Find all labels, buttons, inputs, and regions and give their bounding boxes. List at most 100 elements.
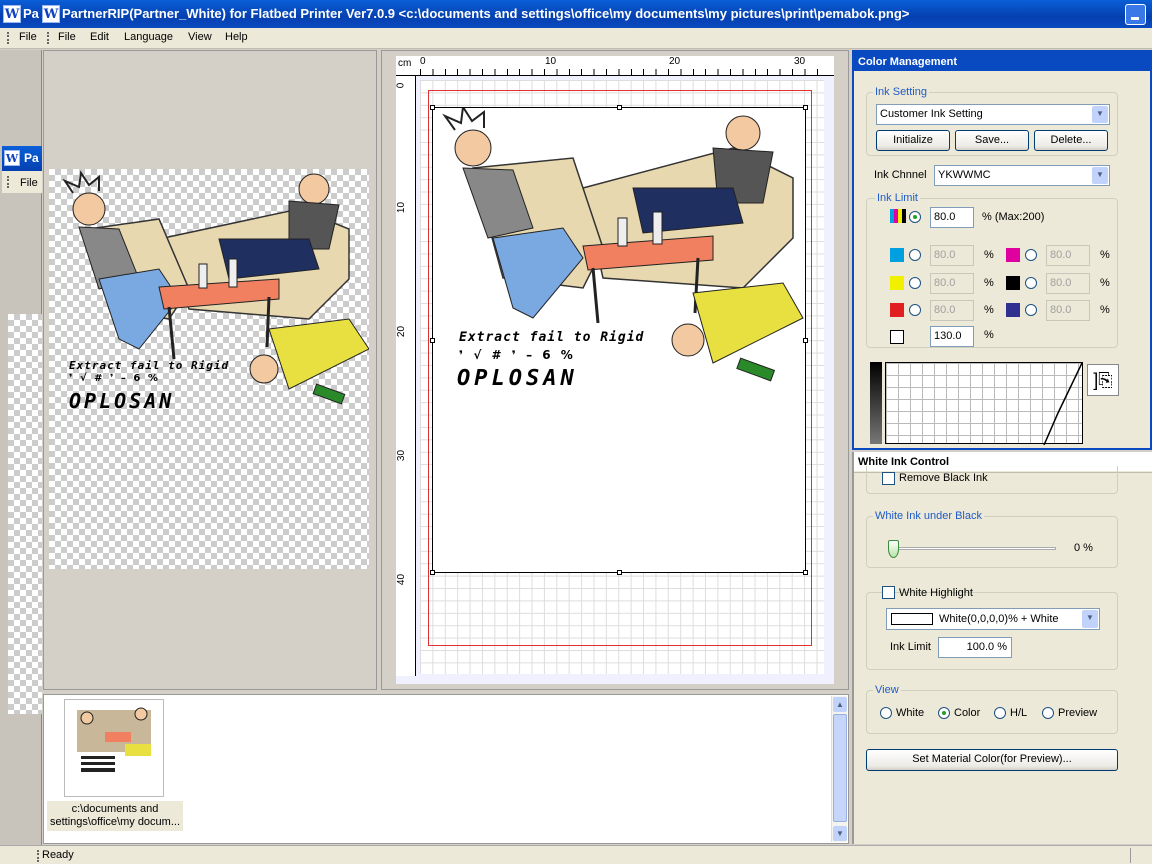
placed-cartoon-artwork [442,104,804,382]
status-bar: Ready [0,845,1152,864]
resize-handle[interactable] [803,570,808,575]
minimize-button[interactable] [1125,4,1146,25]
thumbnail-scrollbar[interactable]: ▲ ▼ [831,696,847,842]
child-menu-file[interactable]: File [20,177,38,189]
child-preview-canvas [8,314,42,714]
remove-black-ink-label: Remove Black Ink [899,472,988,484]
ruler-h-tick: 10 [545,56,557,67]
resize-handle[interactable] [617,105,622,110]
print-bed-area: cm 0 10 20 30 0 10 20 30 40 Extract fail… [395,56,834,684]
white-limit-unit: % [984,329,994,341]
view-option-label[interactable]: H/L [1010,707,1027,719]
view-option-radio[interactable] [1042,707,1054,719]
channel-limit-input[interactable]: 80.0 [1046,273,1090,294]
channel-limit-unit: % [984,304,994,316]
highlight-group [866,592,1118,670]
view-option-label[interactable]: Color [954,707,980,719]
delete-button[interactable]: Delete... [1034,130,1108,151]
save-button[interactable]: Save... [955,130,1029,151]
all-channels-icon [890,209,906,223]
remove-black-ink-checkbox[interactable] [882,472,895,485]
ink-setting-label: Ink Setting [873,86,929,98]
channel-color-swatch [1006,303,1020,317]
ruler-v-tick: 0 [395,82,407,89]
set-material-color-button[interactable]: Set Material Color(for Preview)... [866,749,1118,771]
menu-edit[interactable]: Edit [90,31,109,43]
chevron-down-icon[interactable]: ▼ [1082,610,1098,628]
thumbnail-caption[interactable]: c:\documents and settings\office\my docu… [47,801,183,831]
artwork-symbols: ❜ √ # ❜ – 6 % [69,373,160,384]
color-management-title: Color Management [854,52,1150,71]
channel-limit-input[interactable]: 80.0 [930,300,974,321]
background-child-window: W Pa File [0,50,42,845]
scroll-up-arrow-icon[interactable]: ▲ [833,697,847,712]
ink-channel-value: YKWWMC [938,169,991,181]
channel-limit-radio[interactable] [909,304,921,316]
view-option-label[interactable]: White [896,707,924,719]
channel-limit-unit: % [984,277,994,289]
child-menu-bar: File [2,171,42,193]
resize-handle[interactable] [617,570,622,575]
ink-curve-graph[interactable] [885,362,1083,446]
channel-limit-input[interactable]: 80.0 [1046,245,1090,266]
initialize-button[interactable]: Initialize [876,130,950,151]
chevron-down-icon[interactable]: ▼ [1092,106,1108,123]
white-highlight-checkbox[interactable] [882,586,895,599]
white-limit-input[interactable]: 130.0 [930,326,974,347]
menu-bar: File File Edit Language View Help [0,28,1152,49]
under-black-value: 0 % [1074,542,1093,554]
source-image-canvas[interactable]: Extract fail to Rigid ❜ √ # ❜ – 6 % OPLO… [49,169,370,569]
channel-limit-input[interactable]: 80.0 [1046,300,1090,321]
resize-handle[interactable] [803,338,808,343]
scroll-thumb[interactable] [833,714,847,822]
ink-channel-select[interactable]: YKWWMC ▼ [934,165,1110,186]
ruler-h-tick: 0 [420,56,426,67]
toolbar-grip-icon [47,32,50,44]
menu-view[interactable]: View [188,31,212,43]
channel-limit-radio[interactable] [1025,249,1037,261]
total-limit-radio[interactable] [909,211,921,223]
menu-file-left[interactable]: File [19,31,37,43]
curve-link-icon[interactable]: ]⎘ [1087,364,1119,396]
child-window-title: Pa [24,151,39,165]
menu-file[interactable]: File [58,31,76,43]
resize-handle[interactable] [430,570,435,575]
highlight-ink-limit-input[interactable]: 100.0 % [938,637,1012,658]
view-option-radio[interactable] [938,707,950,719]
ruler-h-tick: 20 [669,56,681,67]
channel-limit-radio[interactable] [909,277,921,289]
ruler-v-tick: 30 [396,449,408,462]
channel-limit-radio[interactable] [1025,277,1037,289]
under-black-slider-thumb[interactable] [888,540,899,558]
resize-handle[interactable] [430,105,435,110]
ink-curve-line [1043,362,1083,446]
view-option-radio[interactable] [880,707,892,719]
child-app-icon: W [4,150,20,166]
under-black-label: White Ink under Black [873,510,984,522]
ruler-unit: cm [398,58,412,69]
status-separator [1130,848,1131,863]
under-black-slider-track[interactable] [888,547,1056,550]
total-limit-input[interactable]: 80.0 [930,207,974,228]
resize-handle[interactable] [430,338,435,343]
chevron-down-icon[interactable]: ▼ [1092,167,1108,184]
resize-handle[interactable] [803,105,808,110]
layout-panel: cm 0 10 20 30 0 10 20 30 40 Extract fail… [381,50,849,690]
ink-setting-value: Customer Ink Setting [880,108,983,120]
ink-setting-select[interactable]: Customer Ink Setting ▼ [876,104,1110,125]
highlight-color-select[interactable]: White(0,0,0,0)% + White ▼ [886,608,1100,630]
view-option-radio[interactable] [994,707,1006,719]
channel-limit-input[interactable]: 80.0 [930,245,974,266]
channel-limit-radio[interactable] [909,249,921,261]
menu-help[interactable]: Help [225,31,248,43]
vertical-ruler: 0 10 20 30 40 [395,76,416,676]
view-option-label[interactable]: Preview [1058,707,1097,719]
highlight-color-swatch [891,613,933,625]
menu-language[interactable]: Language [124,31,173,43]
placed-image[interactable]: Extract fail to Rigid ❜ √ # ❜ – 6 % OPLO… [430,104,808,575]
channel-limit-radio[interactable] [1025,304,1037,316]
child-title-fragment: Pa [23,6,39,21]
thumbnail-image[interactable] [64,699,164,797]
channel-limit-input[interactable]: 80.0 [930,273,974,294]
scroll-down-arrow-icon[interactable]: ▼ [833,826,847,841]
